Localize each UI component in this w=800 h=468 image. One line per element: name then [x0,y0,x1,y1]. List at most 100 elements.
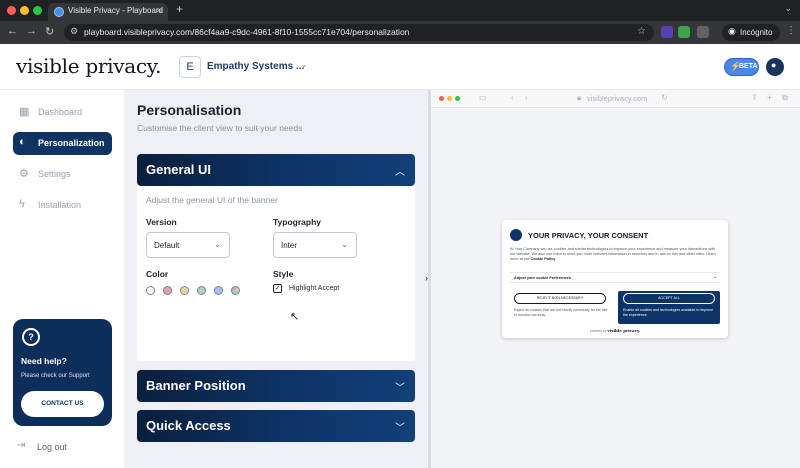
version-select[interactable]: Default ⌄ [146,232,230,258]
minimize-window-button[interactable] [20,6,29,15]
sidebar-item-installation[interactable]: ϟ Installation [13,194,112,217]
close-tab-icon[interactable]: × [157,5,162,15]
preview-browser-bar: ▭ ‹ › 🔒︎ visibleprivacy.com ↻ ⇪ + ⧉ [431,90,800,108]
contact-us-button[interactable]: CONTACT US [21,391,104,417]
browser-tab-bar: Visible Privacy - Playboard × + ⌄ [0,0,800,21]
accept-panel: ACCEPT ALL Enable all cookies and techno… [618,291,720,324]
highlight-accept-label[interactable]: Highlight Accept [289,285,339,292]
forward-icon: › [525,93,528,102]
extensions-puzzle-icon[interactable] [697,26,709,38]
help-subtitle: Please check our Support [21,373,90,379]
brand-logo[interactable]: visible privacy. [16,54,161,78]
company-logo [510,229,522,241]
highlight-accept-checkbox[interactable]: ✓ [273,284,282,293]
banner-position-card[interactable]: Banner Position ﹀ [137,370,415,402]
incognito-icon: ◉ [728,26,736,36]
general-ui-header[interactable]: General UI ︿ [137,154,415,186]
sidebar-item-label: Installation [38,200,82,210]
chevron-down-icon: ⌄ [341,240,348,249]
mouse-cursor-icon: ↖ [290,311,300,323]
chevron-down-icon: ⌄ [214,240,221,249]
chevron-up-icon[interactable]: ︿ [395,163,405,178]
grid-icon: ▦ [19,106,30,118]
preview-close-dot [439,96,444,101]
address-bar[interactable]: ⚙ playboard.visibleprivacy.com/86cf4aa9-… [64,24,654,41]
close-window-button[interactable] [7,6,16,15]
banner-position-header[interactable]: Banner Position ﹀ [137,370,415,402]
tab-title: Visible Privacy - Playboard [68,6,164,15]
browser-toolbar: ← → ↻ ⚙ playboard.visibleprivacy.com/86c… [0,21,800,44]
color-swatch-pink[interactable] [163,286,172,295]
style-label: Style [273,269,294,279]
reload-icon: ↻ [661,93,668,102]
extension-icon[interactable] [661,26,673,38]
page-title: Personalisation [137,102,242,118]
sidebar: ▦ Dashboard ◐ Personalization ⚙ Settings… [0,90,124,468]
user-icon: ● [771,60,777,70]
share-icon: ⇪ [751,93,758,102]
workspace-avatar[interactable]: E [179,56,201,78]
cookie-policy-link[interactable]: Cookie Policy [530,257,555,261]
preview-minimize-dot [447,96,452,101]
logout-button[interactable]: ⇥ Log out [17,440,97,456]
typography-select[interactable]: Inter ⌄ [273,232,357,258]
color-swatch-blue[interactable] [214,286,223,295]
chevron-down-icon[interactable]: ﹀ [395,419,405,434]
browser-menu-icon[interactable]: ⋮ [786,25,796,36]
reject-panel: REJECT NON-NECESSARY Reject all cookies … [510,291,612,324]
bookmark-star-icon[interactable]: ☆ [637,26,646,37]
chevron-down-icon[interactable]: ﹀ [395,379,405,394]
powered-by-brand: visible privacy. [607,328,641,333]
beta-label: BETA [739,63,758,70]
tabs-overview-icon: ⧉ [782,93,788,102]
chevron-right-icon[interactable]: › [425,273,428,283]
add-tab-icon: + [767,93,772,102]
lock-icon: 🔒︎ [577,93,582,102]
accept-description: Enable all cookies and technologies avai… [623,308,714,317]
cookie-banner-preview: YOUR PRIVACY, YOUR CONSENT At Your Compa… [502,220,728,338]
help-card: ? Need help? Please check our Support CO… [13,319,112,426]
sidebar-item-label: Personalization [38,138,105,148]
logout-label: Log out [37,442,68,452]
incognito-indicator[interactable]: ◉ Incógnito [722,24,780,41]
lightning-icon: ϟ [19,198,25,210]
version-value: Default [154,241,180,250]
sidebar-item-dashboard[interactable]: ▦ Dashboard [13,101,112,124]
reject-non-necessary-button[interactable]: REJECT NON-NECESSARY [514,293,606,304]
sidebar-item-label: Settings [38,169,71,179]
logout-icon: ⇥ [17,440,26,451]
back-icon: ‹ [511,93,514,102]
forward-button[interactable]: → [26,25,37,37]
help-title: Need help? [21,356,67,366]
incognito-label: Incógnito [740,28,773,37]
new-tab-button[interactable]: + [176,2,183,16]
user-avatar[interactable]: ● [766,58,784,76]
color-swatch-green[interactable] [197,286,206,295]
address-url[interactable]: playboard.visibleprivacy.com/86cf4aa9-c9… [84,27,409,37]
workspace-name[interactable]: Empathy Systems ... [207,61,304,72]
browser-tab[interactable]: Visible Privacy - Playboard × [48,3,168,21]
color-swatch-yellow[interactable] [180,286,189,295]
sidebar-item-label: Dashboard [38,107,83,117]
card-subtitle: Adjust the general UI of the banner [146,195,278,205]
maximize-window-button[interactable] [33,6,42,15]
extension-icon[interactable] [678,26,690,38]
accept-all-button[interactable]: ACCEPT ALL [623,293,715,304]
quick-access-header[interactable]: Quick Access ﹀ [137,410,415,442]
card-title: Quick Access [146,418,231,433]
back-button[interactable]: ← [7,25,18,37]
quick-access-card[interactable]: Quick Access ﹀ [137,410,415,442]
typography-value: Inter [281,241,298,250]
sidebar-item-settings[interactable]: ⚙ Settings [13,163,112,186]
tab-menu-icon[interactable]: ⌄ [784,3,792,14]
sidebar-item-personalization[interactable]: ◐ Personalization [13,132,112,155]
page-subtitle: Customise the client view to suit your n… [137,123,303,133]
chevron-down-icon[interactable]: ⌄ [300,59,308,70]
reload-button[interactable]: ↻ [45,25,54,38]
beta-button[interactable]: ⚡ BETA [724,58,759,76]
sidebar-toggle-icon: ▭ [479,93,487,102]
site-settings-icon[interactable]: ⚙ [70,26,78,37]
cookie-preferences-toggle[interactable]: Adjust your cookie Preferences ⌄ [510,272,720,283]
color-swatch-custom[interactable] [231,286,240,295]
color-swatch-white[interactable] [146,286,155,295]
